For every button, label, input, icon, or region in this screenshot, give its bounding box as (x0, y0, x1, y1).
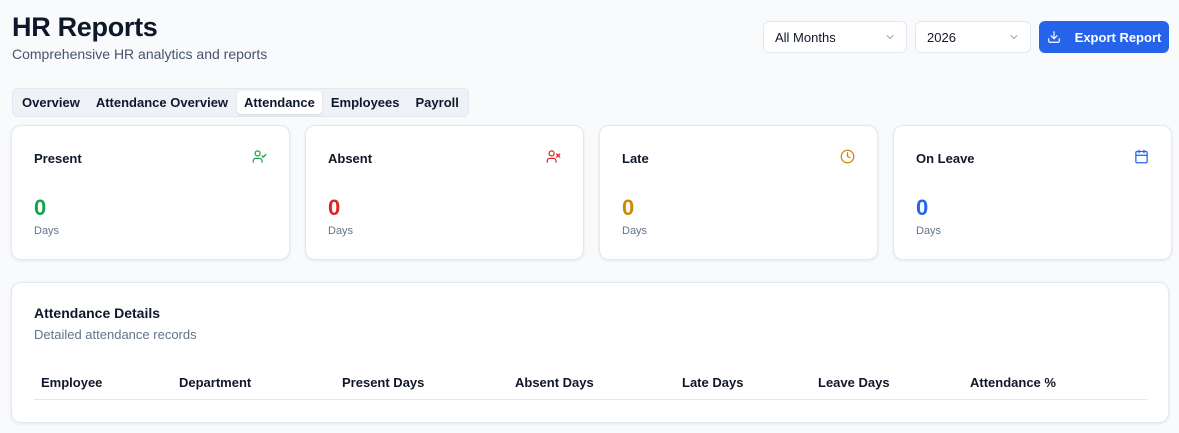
on-leave-card: On Leave 0 Days (893, 125, 1172, 260)
chevron-down-icon (1010, 35, 1018, 39)
calendar-icon (1135, 149, 1148, 164)
card-label: On Leave (916, 151, 975, 166)
month-select-value: All Months (775, 29, 836, 45)
chevron-down-icon (886, 35, 894, 39)
year-select[interactable]: 2026 (915, 21, 1031, 53)
column-header-absent-days: Absent Days (515, 375, 594, 390)
report-controls: All Months 2026 Export Report (763, 21, 1169, 53)
card-label: Present (34, 151, 82, 166)
column-header-late-days: Late Days (682, 375, 744, 390)
absent-card: Absent 0 Days (305, 125, 584, 260)
year-select-value: 2026 (927, 29, 956, 45)
card-label: Absent (328, 151, 373, 166)
details-title: Attendance Details (34, 305, 161, 321)
card-value: 0 (34, 195, 47, 220)
month-select[interactable]: All Months (763, 21, 907, 53)
card-value: 0 (328, 195, 341, 220)
page-header: HR Reports Comprehensive HR analytics an… (12, 12, 267, 62)
user-x-icon (546, 150, 561, 163)
clock-icon (840, 149, 855, 164)
card-unit: Days (622, 225, 648, 237)
tab-employees[interactable]: Employees (324, 91, 407, 114)
tab-overview[interactable]: Overview (15, 91, 87, 114)
column-header-present-days: Present Days (342, 375, 425, 390)
present-card: Present 0 Days (11, 125, 290, 260)
card-value: 0 (622, 195, 635, 220)
page-title: HR Reports (12, 12, 158, 42)
export-report-label: Export Report (1074, 29, 1162, 45)
column-header-employee: Employee (41, 375, 103, 390)
user-check-icon (252, 150, 267, 163)
export-report-button[interactable]: Export Report (1039, 21, 1169, 53)
column-header-leave-days: Leave Days (818, 375, 890, 390)
page-subtitle: Comprehensive HR analytics and reports (12, 46, 268, 62)
card-label: Late (622, 151, 649, 166)
card-value: 0 (916, 195, 929, 220)
tab-attendance[interactable]: Attendance (237, 91, 322, 114)
card-unit: Days (916, 225, 942, 237)
tab-attendance-overview[interactable]: Attendance Overview (89, 91, 235, 114)
tab-payroll[interactable]: Payroll (409, 91, 466, 114)
details-subtitle: Detailed attendance records (34, 327, 197, 342)
download-icon (1047, 31, 1060, 43)
attendance-details-panel: Attendance Details Detailed attendance r… (11, 282, 1169, 423)
stat-cards: Present 0 Days Absent 0 Days Late 0 Days… (11, 125, 1172, 260)
column-header-attendance-percent: Attendance % (970, 375, 1056, 390)
card-unit: Days (328, 225, 354, 237)
column-header-department: Department (179, 375, 252, 390)
report-tabs: Overview Attendance Overview Attendance … (12, 88, 469, 117)
late-card: Late 0 Days (599, 125, 878, 260)
attendance-table-header: Employee Department Present Days Absent … (34, 366, 1147, 400)
card-unit: Days (34, 225, 60, 237)
